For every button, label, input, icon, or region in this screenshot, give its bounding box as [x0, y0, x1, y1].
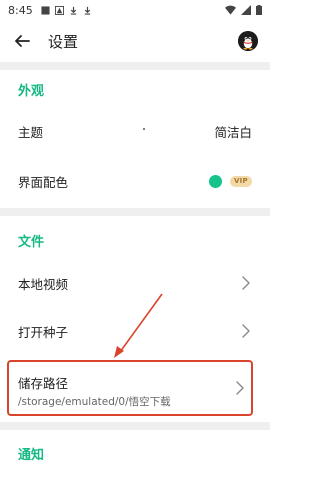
penguin-avatar-icon: [238, 31, 258, 51]
theme-row[interactable]: 主题 简洁白: [0, 120, 270, 142]
color-scheme-control: VIP: [208, 174, 252, 188]
local-video-row[interactable]: 本地视频: [0, 272, 270, 294]
open-seed-label: 打开种子: [18, 324, 69, 340]
vip-badge: VIP: [229, 175, 252, 187]
status-bar: 8:45: [0, 0, 270, 20]
section-header-appearance: 外观: [18, 84, 45, 99]
battery-icon: [256, 5, 262, 15]
theme-label: 主题: [18, 124, 44, 140]
page-title: 设置: [48, 32, 79, 51]
local-video-label: 本地视频: [18, 276, 69, 292]
chevron-right-icon: [242, 324, 250, 338]
chevron-right-icon: [242, 276, 250, 290]
section-divider: [0, 208, 270, 216]
system-icons: [225, 5, 262, 15]
stray-dot: [143, 128, 145, 130]
download-notification-icon-2: [84, 6, 90, 15]
arrow-left-icon: [15, 35, 30, 47]
section-header-files: 文件: [18, 235, 45, 250]
notification-icons: [41, 5, 92, 15]
color-scheme-label: 界面配色: [18, 174, 69, 190]
section-divider: [0, 422, 270, 430]
status-time: 8:45: [8, 3, 33, 17]
section-header-notifications: 通知: [18, 448, 45, 463]
storage-path-label: 储存路径: [18, 376, 69, 391]
color-swatch: [208, 174, 222, 188]
back-button[interactable]: [12, 31, 32, 51]
signal-icon: [241, 5, 251, 15]
app-bar: 设置: [0, 22, 270, 60]
settings-page: 8:45 设置 外观 主题 简洁白 界面配色 VIP 文件 本地视频 打开种子 …: [0, 0, 270, 480]
square-notification-icon: [41, 5, 50, 15]
open-seed-row[interactable]: 打开种子: [0, 320, 270, 342]
storage-path-value: /storage/emulated/0/悟空下载: [18, 396, 171, 408]
chevron-right-icon: [236, 381, 244, 395]
theme-value: 简洁白: [214, 124, 252, 140]
wifi-icon: [225, 5, 236, 15]
color-scheme-row[interactable]: 界面配色 VIP: [0, 170, 270, 192]
avatar[interactable]: [238, 31, 258, 51]
download-notification-icon: [70, 6, 76, 15]
warning-notification-icon: [54, 5, 64, 15]
section-divider: [0, 62, 270, 70]
